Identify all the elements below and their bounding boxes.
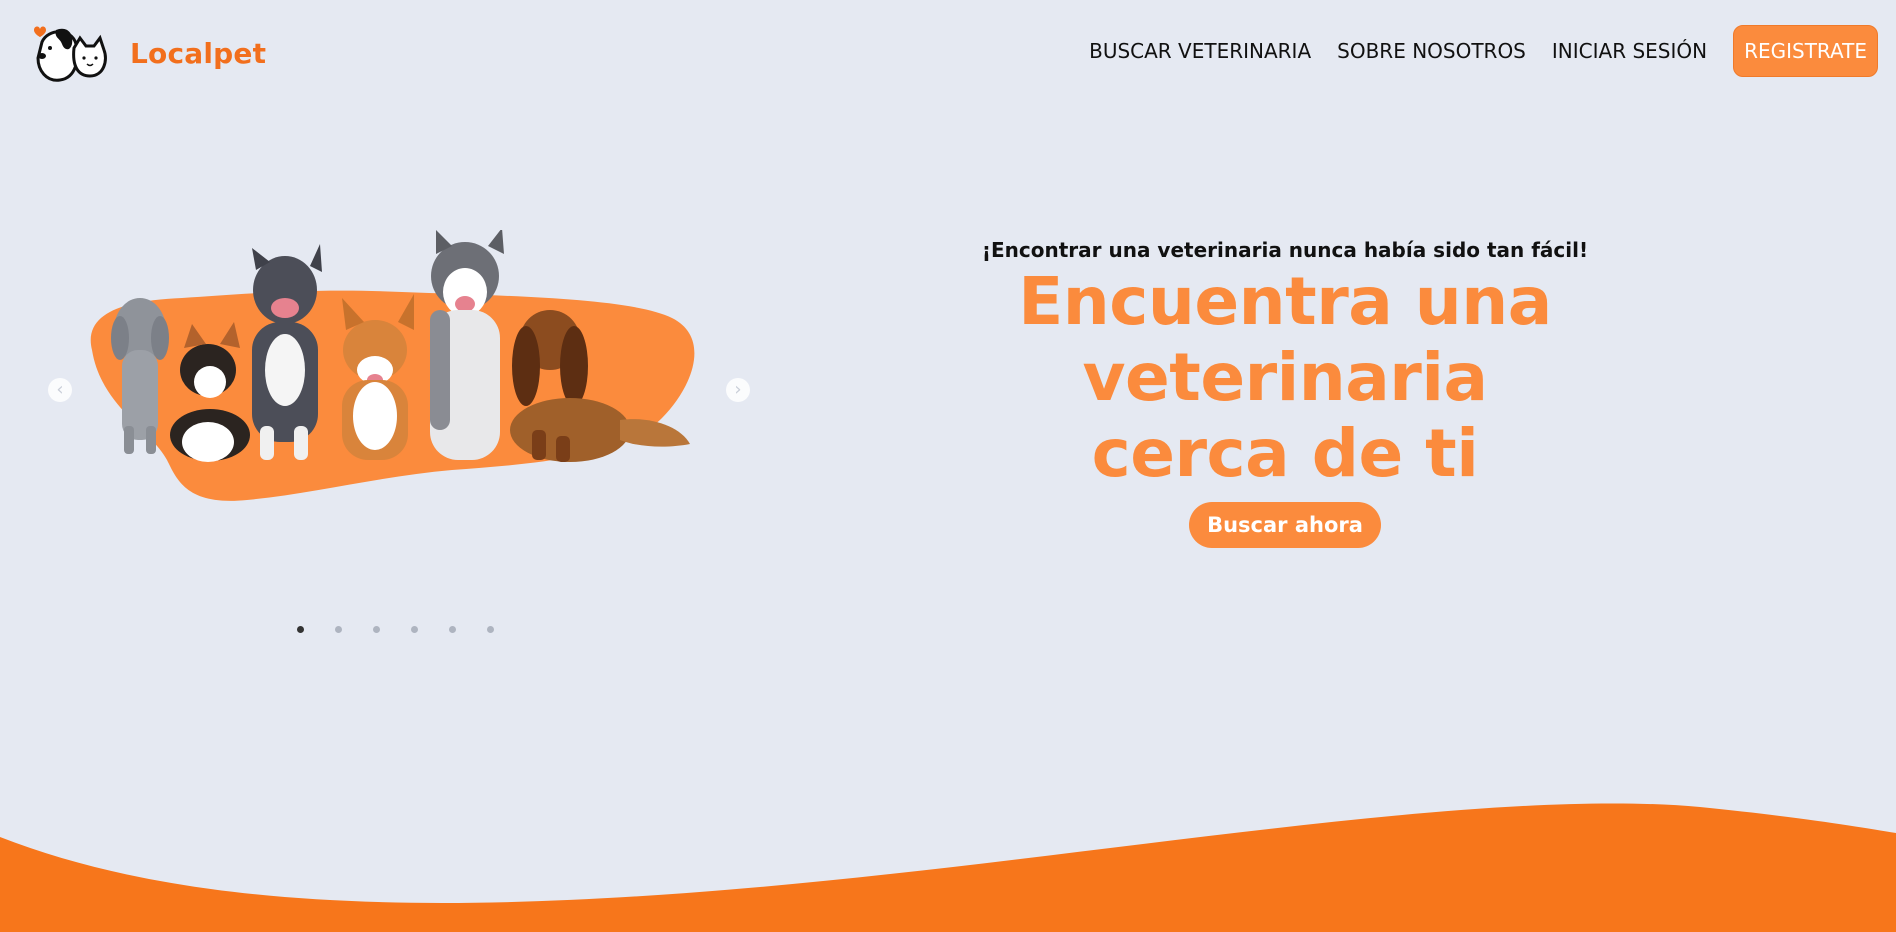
nav-login[interactable]: INICIAR SESIÓN bbox=[1552, 39, 1707, 63]
hero-title-line-2: cerca de ti bbox=[1091, 415, 1479, 492]
carousel-dot-6[interactable] bbox=[487, 626, 494, 633]
carousel-prev-button[interactable]: ‹ bbox=[48, 378, 72, 402]
site-header: Localpet BUSCAR VETERINARIA SOBRE NOSOTR… bbox=[0, 0, 1896, 100]
carousel-dot-4[interactable] bbox=[411, 626, 418, 633]
orange-wave-decoration bbox=[0, 803, 1896, 932]
hero-title-line-1: Encuentra una veterinaria bbox=[1018, 263, 1552, 416]
nav-find-vet[interactable]: BUSCAR VETERINARIA bbox=[1089, 39, 1311, 63]
hero-subtitle: ¡Encontrar una veterinaria nunca había s… bbox=[981, 238, 1589, 262]
carousel-next-button[interactable]: › bbox=[726, 378, 750, 402]
carousel-indicators bbox=[297, 626, 494, 633]
chevron-right-icon: › bbox=[734, 379, 742, 400]
carousel-dot-3[interactable] bbox=[373, 626, 380, 633]
hero-section: ¡Encontrar una veterinaria nunca había s… bbox=[820, 238, 1750, 548]
search-now-button[interactable]: Buscar ahora bbox=[1189, 502, 1381, 548]
register-button[interactable]: REGISTRATE bbox=[1733, 25, 1878, 77]
carousel-dot-2[interactable] bbox=[335, 626, 342, 633]
image-carousel: ‹ › bbox=[40, 230, 750, 650]
brand-name: Localpet bbox=[130, 36, 267, 70]
main-nav: BUSCAR VETERINARIA SOBRE NOSOTROS INICIA… bbox=[1089, 25, 1878, 77]
nav-about[interactable]: SOBRE NOSOTROS bbox=[1337, 39, 1526, 63]
brand-logo-link[interactable]: Localpet bbox=[30, 22, 266, 84]
landing-page: Localpet BUSCAR VETERINARIA SOBRE NOSOTR… bbox=[0, 0, 1896, 932]
dogs-illustration bbox=[90, 230, 695, 501]
chevron-left-icon: ‹ bbox=[56, 379, 64, 400]
carousel-dot-1[interactable] bbox=[297, 626, 304, 633]
hero-title: Encuentra una veterinaria cerca de ti bbox=[820, 264, 1750, 492]
dog-cat-logo-icon bbox=[34, 26, 107, 82]
carousel-dot-5[interactable] bbox=[449, 626, 456, 633]
